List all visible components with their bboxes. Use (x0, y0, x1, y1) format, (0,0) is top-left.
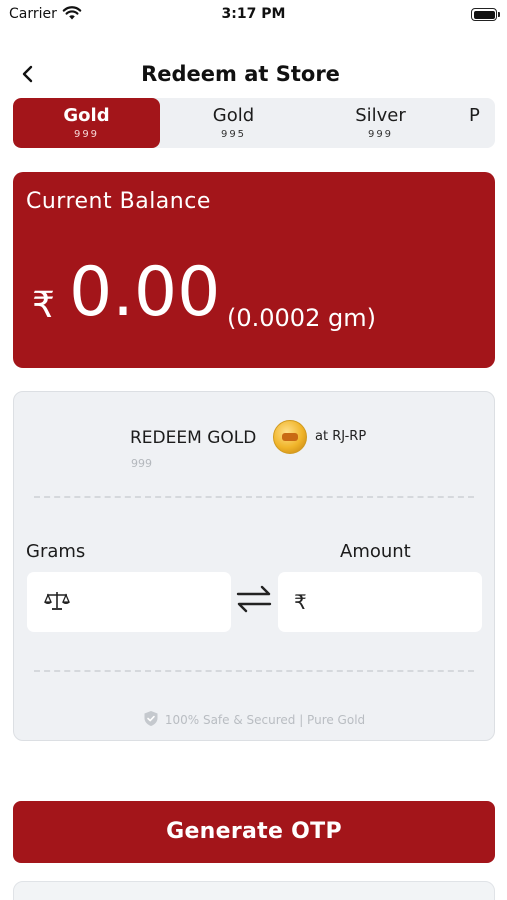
swap-arrows-icon (236, 585, 272, 613)
store-label: at RJ-RP (315, 429, 367, 444)
tab-silver-999[interactable]: Silver 999 (307, 98, 454, 148)
tab-label: P (469, 105, 480, 126)
swap-button[interactable] (235, 583, 273, 615)
bottom-card (13, 881, 495, 900)
battery-icon (471, 8, 500, 21)
tab-label: Silver (355, 105, 406, 126)
rupee-icon: ₹ (294, 590, 307, 614)
tab-purity: 999 (73, 129, 100, 140)
metal-tabs: Gold 999 Gold 995 Silver 999 P (13, 98, 495, 148)
secure-text: 100% Safe & Secured | Pure Gold (164, 713, 366, 727)
grams-label: Grams (26, 541, 86, 562)
tab-label: Gold (212, 105, 255, 126)
gold-coin-icon (273, 420, 307, 454)
redeem-label: REDEEM GOLD (130, 428, 257, 448)
secure-note: 100% Safe & Secured | Pure Gold (14, 710, 494, 730)
header: Redeem at Store (0, 50, 507, 98)
balance-card: Current Balance ₹ 0.00 (0.0002 gm) (13, 172, 495, 368)
balance-grams: (0.0002 gm) (227, 304, 376, 332)
shield-check-icon (143, 710, 159, 730)
status-bar: Carrier 3:17 PM (0, 0, 507, 30)
clock: 3:17 PM (221, 6, 286, 22)
tab-label: Gold (63, 105, 110, 126)
rupee-symbol: ₹ (32, 285, 55, 326)
tab-purity: 995 (220, 129, 247, 140)
tab-purity: 999 (367, 129, 394, 140)
amount-label: Amount (340, 541, 411, 562)
generate-otp-button[interactable]: Generate OTP (13, 801, 495, 863)
divider (34, 670, 474, 672)
redeem-purity: 999 (131, 457, 152, 470)
redeem-card: REDEEM GOLD at RJ-RP 999 Grams Amount ₹ (13, 391, 495, 741)
balance-title: Current Balance (26, 189, 211, 214)
tab-gold-995[interactable]: Gold 995 (160, 98, 307, 148)
grams-input[interactable] (27, 572, 231, 632)
scale-icon (43, 590, 71, 617)
amount-input[interactable]: ₹ (278, 572, 482, 632)
divider (34, 496, 474, 498)
page-title: Redeem at Store (141, 62, 340, 86)
balance-amount: 0.00 (69, 253, 221, 332)
tab-partial[interactable]: P (469, 98, 495, 148)
tab-gold-999[interactable]: Gold 999 (13, 98, 160, 148)
